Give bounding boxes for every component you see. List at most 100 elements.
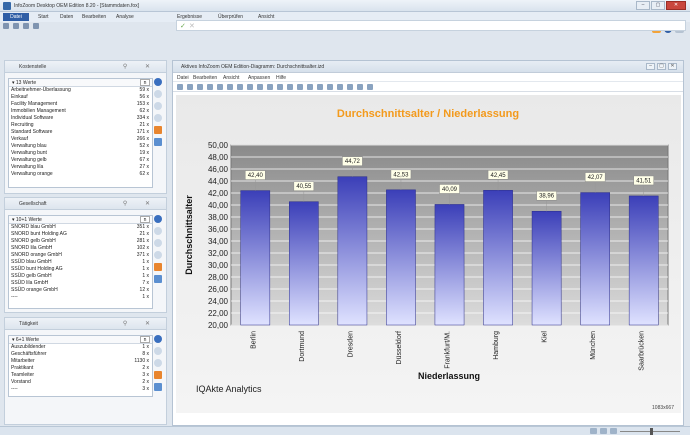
- list-item[interactable]: Verwaltung lila 27 x: [9, 164, 152, 171]
- values-count[interactable]: ▾ 10+1 Werte: [12, 217, 42, 223]
- values-count[interactable]: ▾ 13 Werte: [12, 80, 36, 86]
- list-item[interactable]: ---- 1 x: [9, 294, 152, 301]
- filter-icon[interactable]: [154, 335, 162, 343]
- toolbar-icon[interactable]: [267, 84, 273, 90]
- list-item[interactable]: Standard Software 171 x: [9, 129, 152, 136]
- toolbar-icon[interactable]: [237, 84, 243, 90]
- view-layout-icon[interactable]: [600, 428, 607, 434]
- filter-icon[interactable]: [154, 215, 162, 223]
- n-column[interactable]: n: [140, 336, 150, 343]
- toolbar-icon[interactable]: [187, 84, 193, 90]
- list-item[interactable]: SNORD gelb GmbH 281 x: [9, 238, 152, 245]
- filter-icon[interactable]: [154, 78, 162, 86]
- toolbar-icon[interactable]: [357, 84, 363, 90]
- zoom-icon[interactable]: [154, 102, 162, 110]
- zoom-icon[interactable]: [154, 251, 162, 259]
- table-icon[interactable]: [154, 275, 162, 283]
- list-item[interactable]: Praktikant 2 x: [9, 365, 152, 372]
- panel-controls[interactable]: ⚲ ✕: [123, 63, 158, 70]
- list-item[interactable]: Recruiting 21 x: [9, 122, 152, 129]
- list-item[interactable]: Auszubildender 1 x: [9, 344, 152, 351]
- menu-ansicht[interactable]: Ansicht: [223, 75, 239, 81]
- list-item[interactable]: SNORD orange GmbH 371 x: [9, 252, 152, 259]
- undo-icon[interactable]: [13, 23, 19, 29]
- menu-hilfe[interactable]: Hilfe: [276, 75, 286, 81]
- zoom-icon[interactable]: [154, 347, 162, 355]
- menu-anpassen[interactable]: Anpassen: [248, 75, 270, 81]
- toolbar-icon[interactable]: [197, 84, 203, 90]
- zoom-icon[interactable]: [154, 359, 162, 367]
- list-item[interactable]: ---- 3 x: [9, 386, 152, 393]
- toolbar-icon[interactable]: [247, 84, 253, 90]
- list-item[interactable]: SSÜD lila GmbH 7 x: [9, 280, 152, 287]
- list-item[interactable]: Mitarbeiter 1130 x: [9, 358, 152, 365]
- list-item[interactable]: Individual Software 334 x: [9, 115, 152, 122]
- toolbar-icon[interactable]: [317, 84, 323, 90]
- tab-daten[interactable]: Daten: [60, 14, 73, 20]
- list-item[interactable]: Immobilien Management 62 x: [9, 108, 152, 115]
- list-item[interactable]: Einkauf 56 x: [9, 94, 152, 101]
- toolbar-icon[interactable]: [207, 84, 213, 90]
- list-item[interactable]: SSÜD orange GmbH 12 x: [9, 287, 152, 294]
- list-item[interactable]: Facility Management 153 x: [9, 101, 152, 108]
- toolbar-icon[interactable]: [287, 84, 293, 90]
- n-column[interactable]: n: [140, 79, 150, 86]
- list-item[interactable]: Verwaltung bunt 19 x: [9, 150, 152, 157]
- minimize-button[interactable]: –: [636, 1, 650, 10]
- confirm-icon[interactable]: ✓: [180, 22, 186, 30]
- save-icon[interactable]: [3, 23, 9, 29]
- zoom-icon[interactable]: [154, 90, 162, 98]
- toolbar-icon[interactable]: [307, 84, 313, 90]
- list-item[interactable]: SSÜD bunt Holding AG 1 x: [9, 266, 152, 273]
- list-item[interactable]: Vorstand 2 x: [9, 379, 152, 386]
- list-item[interactable]: Verkauf 266 x: [9, 136, 152, 143]
- close-button[interactable]: ✕: [666, 1, 686, 10]
- list-item[interactable]: SSÜD blau GmbH 1 x: [9, 259, 152, 266]
- toolbar-icon[interactable]: [257, 84, 263, 90]
- list-item[interactable]: Teamleiter 3 x: [9, 372, 152, 379]
- list-item[interactable]: Arbeitnehmer-Überlassung 59 x: [9, 87, 152, 94]
- menu-datei[interactable]: Datei: [177, 75, 189, 81]
- list-item[interactable]: SNORD blau GmbH 351 x: [9, 224, 152, 231]
- zoom-knob[interactable]: [650, 427, 653, 435]
- chart-minimize-button[interactable]: –: [646, 63, 655, 70]
- customize-icon[interactable]: [33, 23, 39, 29]
- zoom-icon[interactable]: [154, 114, 162, 122]
- panel-controls[interactable]: ⚲ ✕: [123, 200, 158, 207]
- list-item[interactable]: Verwaltung gelb 67 x: [9, 157, 152, 164]
- zoom-icon[interactable]: [154, 239, 162, 247]
- zoom-icon[interactable]: [154, 227, 162, 235]
- list-item[interactable]: Verwaltung orange 62 x: [9, 171, 152, 178]
- toolbar-icon[interactable]: [217, 84, 223, 90]
- toolbar-icon[interactable]: [347, 84, 353, 90]
- chart-icon[interactable]: [154, 371, 162, 379]
- toolbar-icon[interactable]: [327, 84, 333, 90]
- list-item[interactable]: Geschäftsführer 8 x: [9, 351, 152, 358]
- formula-bar[interactable]: ✓ ✕: [176, 20, 686, 31]
- view-normal-icon[interactable]: [590, 428, 597, 434]
- tab-analyse[interactable]: Analyse: [116, 14, 134, 20]
- chart-icon[interactable]: [154, 263, 162, 271]
- toolbar-icon[interactable]: [297, 84, 303, 90]
- list-item[interactable]: SNORD bunt Holding AG 21 x: [9, 231, 152, 238]
- values-count[interactable]: ▾ 6+1 Werte: [12, 337, 39, 343]
- table-icon[interactable]: [154, 138, 162, 146]
- tab-bearbeiten[interactable]: Bearbeiten: [82, 14, 106, 20]
- table-icon[interactable]: [154, 383, 162, 391]
- list-item[interactable]: Verwaltung blau 52 x: [9, 143, 152, 150]
- list-item[interactable]: SNORD lila GmbH 102 x: [9, 245, 152, 252]
- toolbar-icon[interactable]: [227, 84, 233, 90]
- toolbar-icon[interactable]: [337, 84, 343, 90]
- chart-close-button[interactable]: ✕: [668, 63, 677, 70]
- menu-bearbeiten[interactable]: Bearbeiten: [193, 75, 217, 81]
- tab-file[interactable]: Datei: [3, 13, 29, 21]
- tab-start[interactable]: Start: [38, 14, 49, 20]
- chart-icon[interactable]: [154, 126, 162, 134]
- toolbar-icon[interactable]: [277, 84, 283, 90]
- list-item[interactable]: SSÜD gelb GmbH 1 x: [9, 273, 152, 280]
- view-full-icon[interactable]: [610, 428, 617, 434]
- zoom-slider[interactable]: [620, 427, 680, 435]
- toolbar-icon[interactable]: [367, 84, 373, 90]
- maximize-button[interactable]: ▢: [651, 1, 665, 10]
- chart-maximize-button[interactable]: ▢: [657, 63, 666, 70]
